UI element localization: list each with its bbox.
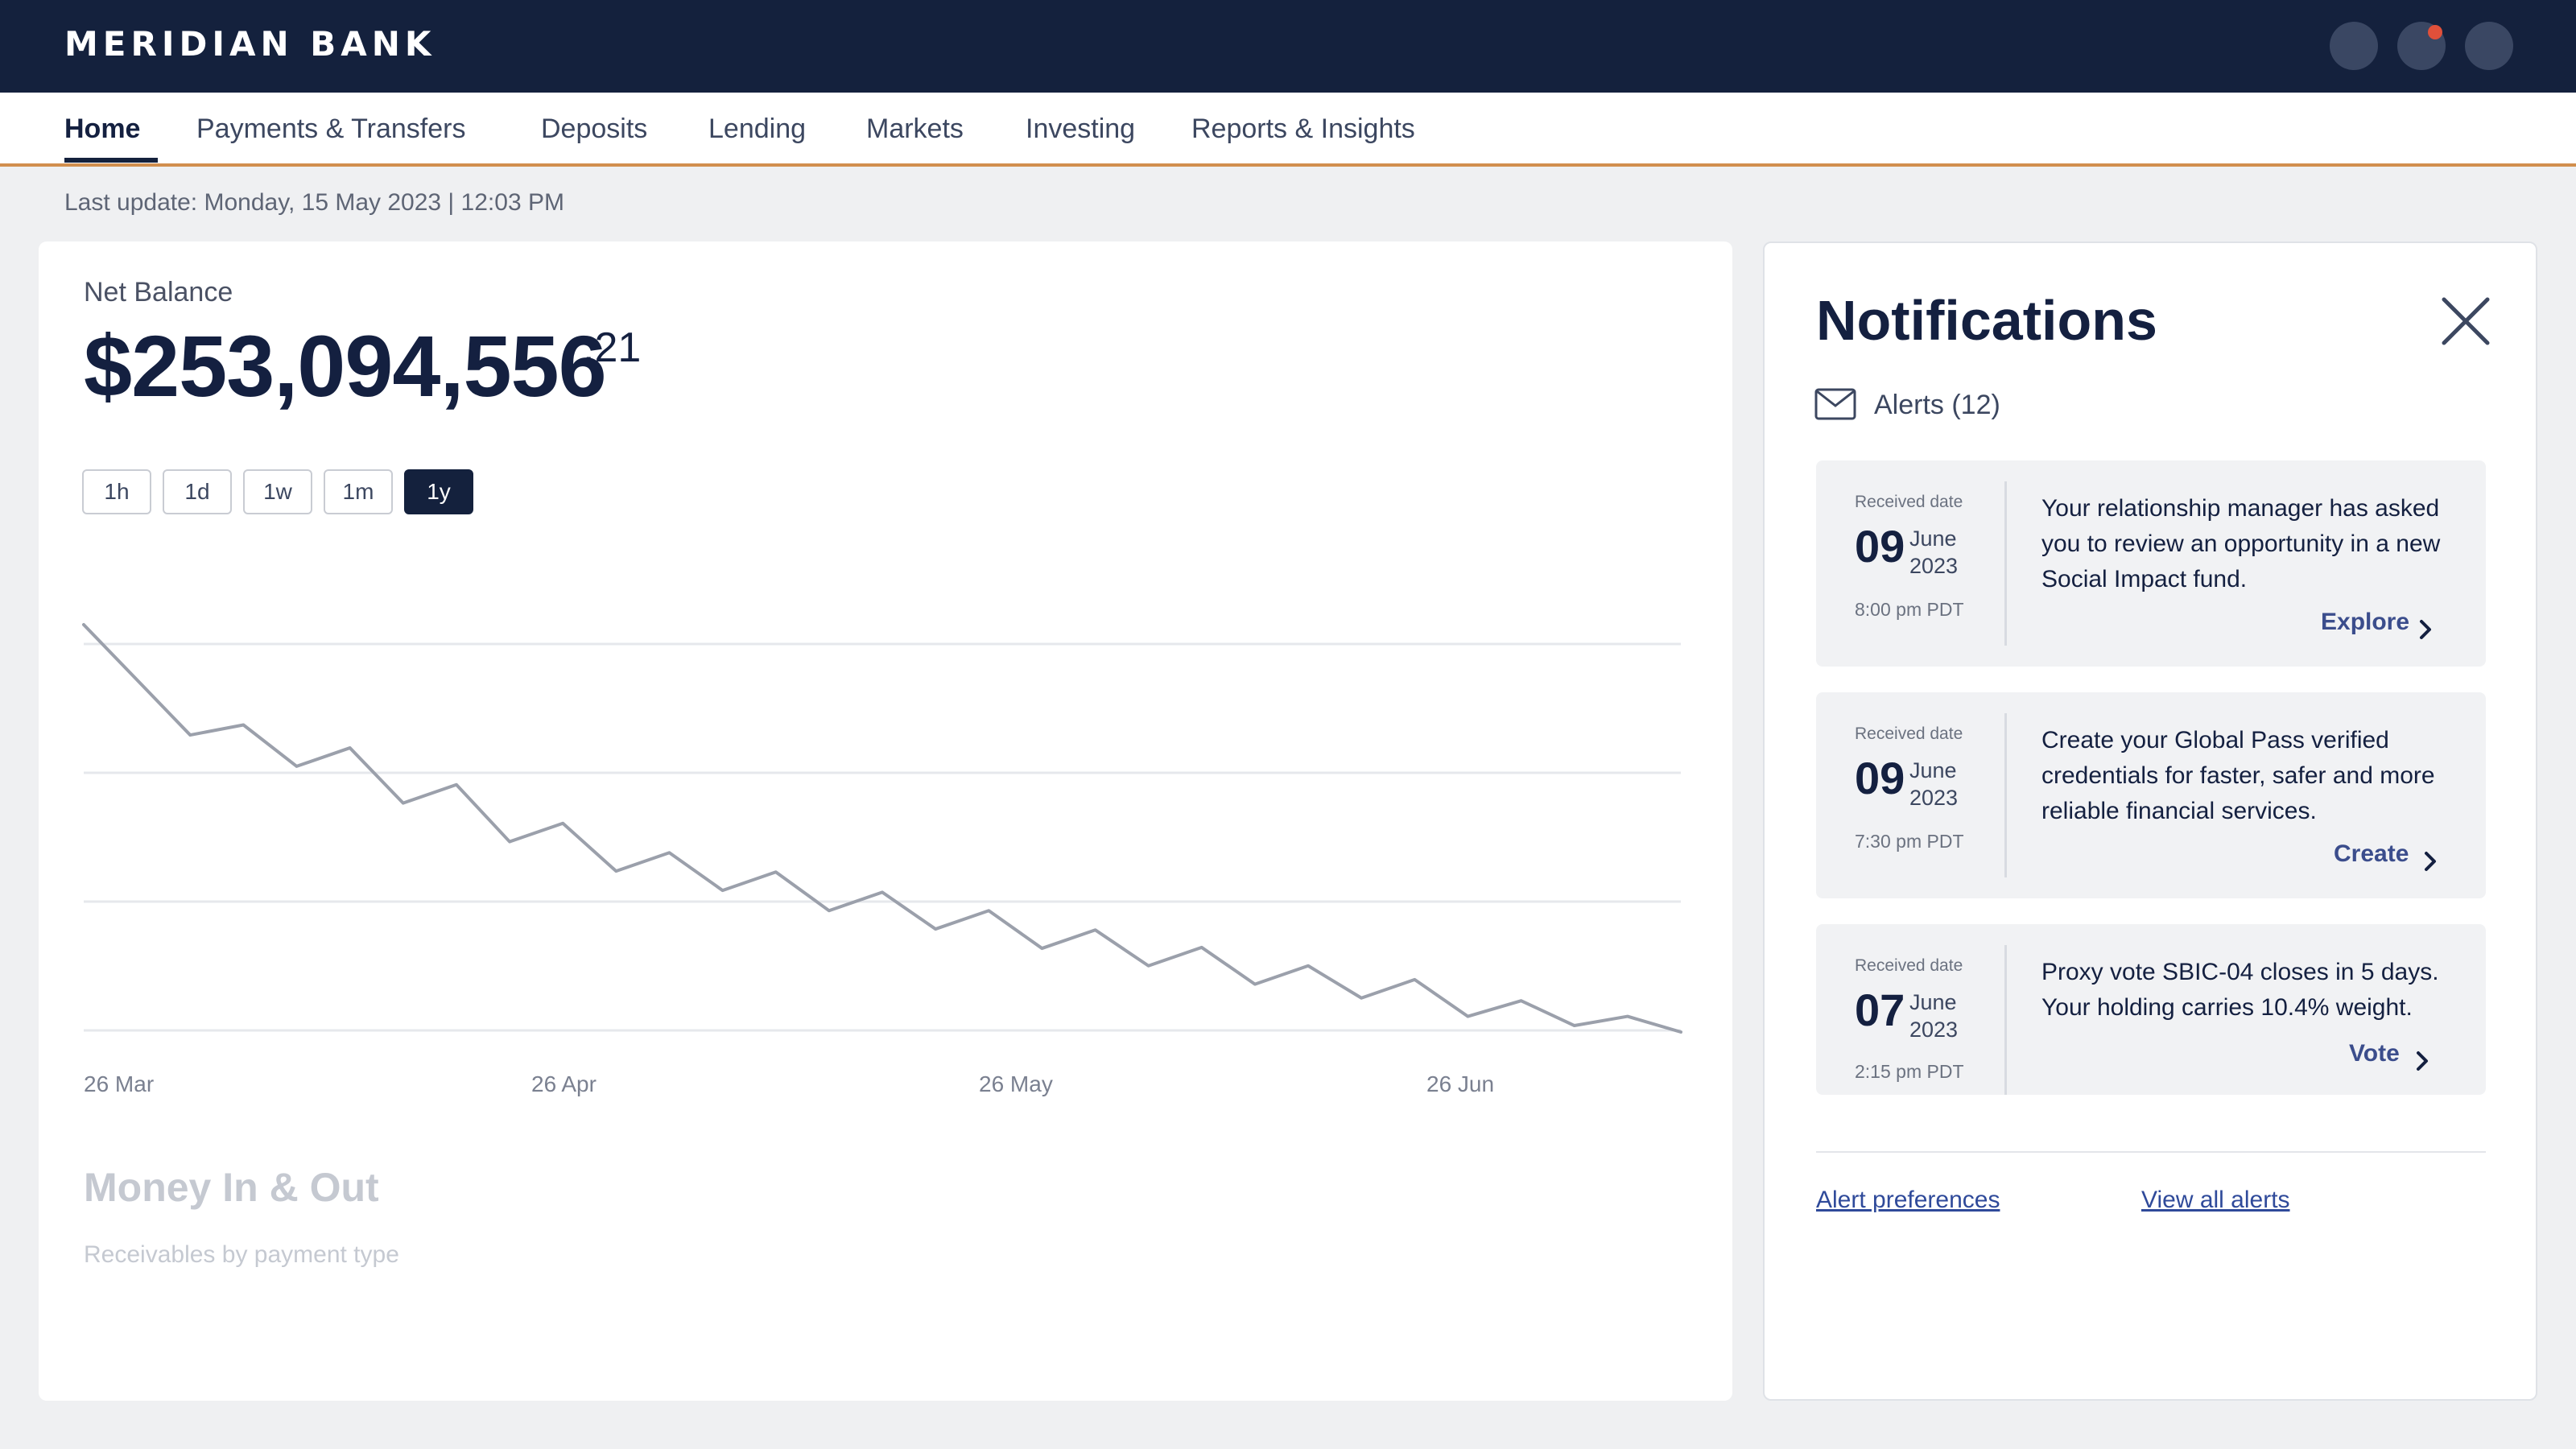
alert-month: June	[1909, 990, 1957, 1014]
x-tick-label: 26 Apr	[531, 1071, 597, 1096]
alert-message: Proxy vote SBIC-04 closes in 5 days. You…	[2041, 959, 2439, 1021]
view-all-alerts-link[interactable]: View all alerts	[2141, 1187, 2290, 1214]
x-tick-label: 26 Jun	[1426, 1071, 1494, 1096]
alert-time: 8:00 pm PDT	[1855, 599, 1964, 620]
close-icon[interactable]	[2439, 295, 2492, 348]
money-in-out-subtitle: Receivables by payment type	[84, 1241, 399, 1268]
panel-divider	[1816, 1151, 2486, 1153]
money-in-out-title: Money In & Out	[84, 1165, 379, 1210]
alert-day: 09	[1855, 521, 1905, 572]
received-date-label: Received date	[1855, 956, 1963, 975]
alert-year: 2023	[1909, 786, 1959, 810]
chevron-right-icon[interactable]	[2421, 847, 2441, 876]
alert-divider	[2004, 945, 2007, 1095]
chevron-right-icon[interactable]	[2417, 615, 2436, 644]
received-date-label: Received date	[1855, 493, 1963, 511]
alert-month: June	[1909, 758, 1957, 782]
alert-day: 09	[1855, 753, 1905, 803]
x-tick-label: 26 May	[979, 1071, 1053, 1096]
alert-divider	[2004, 481, 2007, 646]
notifications-title: Notifications	[1816, 289, 2157, 352]
alert-card: Received date 07 June 2023 2:15 pm PDT P…	[1816, 924, 2486, 1095]
alert-message: Your relationship manager has asked you …	[2041, 495, 2441, 592]
vote-link[interactable]: Vote	[2349, 1040, 2400, 1067]
alerts-count-label: Alerts (12)	[1874, 390, 2000, 420]
alert-divider	[2004, 713, 2007, 877]
envelope-icon	[1814, 388, 1856, 420]
alert-preferences-link[interactable]: Alert preferences	[1816, 1187, 2000, 1214]
alert-time: 2:15 pm PDT	[1855, 1061, 1964, 1082]
alert-year: 2023	[1909, 1018, 1959, 1042]
alert-time: 7:30 pm PDT	[1855, 831, 1964, 852]
balance-series-line	[82, 623, 1682, 1034]
alert-day: 07	[1855, 985, 1905, 1035]
alert-card: Received date 09 June 2023 8:00 pm PDT Y…	[1816, 460, 2486, 667]
chart-grid	[84, 642, 1681, 1032]
chevron-right-icon[interactable]	[2413, 1046, 2433, 1075]
create-link[interactable]: Create	[2334, 840, 2409, 868]
alert-month: June	[1909, 526, 1957, 551]
received-date-label: Received date	[1855, 724, 1963, 743]
alert-year: 2023	[1909, 554, 1959, 578]
x-tick-label: 26 Mar	[84, 1071, 154, 1096]
explore-link[interactable]: Explore	[2321, 609, 2409, 636]
alert-card: Received date 09 June 2023 7:30 pm PDT C…	[1816, 692, 2486, 898]
chart-x-ticks: 26 Mar 26 Apr 26 May 26 Jun	[84, 1071, 1494, 1096]
alert-message: Create your Global Pass verified credent…	[2041, 727, 2435, 824]
